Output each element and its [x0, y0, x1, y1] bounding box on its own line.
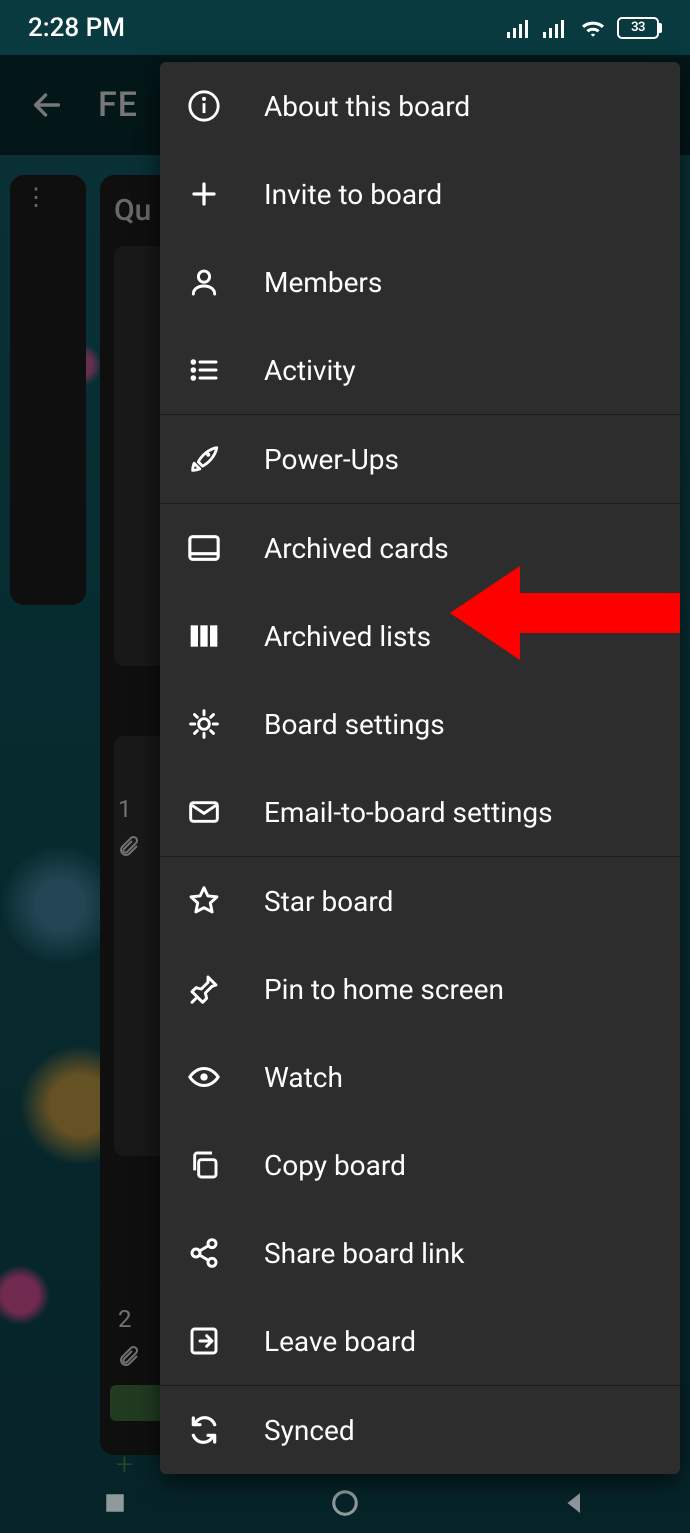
status-bar: 2:28 PM 33 — [0, 0, 690, 55]
menu-item-board-settings[interactable]: Board settings — [160, 680, 680, 768]
rocket-icon — [184, 439, 224, 479]
menu-item-invite[interactable]: Invite to board — [160, 150, 680, 238]
mail-icon — [184, 792, 224, 832]
menu-item-pin-home[interactable]: Pin to home screen — [160, 945, 680, 1033]
attachment-icon — [116, 835, 140, 859]
columns-icon — [184, 616, 224, 656]
battery-indicator: 33 — [617, 17, 662, 39]
menu-item-label: Share board link — [264, 1237, 464, 1270]
card-count: 1 — [118, 795, 132, 823]
board-overflow-menu: About this board Invite to board Members… — [160, 62, 680, 1474]
copy-icon — [184, 1145, 224, 1185]
menu-item-label: Members — [264, 266, 382, 299]
wifi-icon — [579, 17, 607, 39]
attachment-icon — [116, 1345, 140, 1369]
menu-item-label: Pin to home screen — [264, 973, 504, 1006]
card-count: 2 — [118, 1305, 132, 1333]
menu-item-label: Email-to-board settings — [264, 796, 553, 829]
status-indicators: 33 — [507, 17, 662, 39]
menu-item-label: About this board — [264, 90, 470, 123]
menu-item-label: Watch — [264, 1061, 343, 1094]
info-icon — [184, 86, 224, 126]
share-icon — [184, 1233, 224, 1273]
menu-item-email-settings[interactable]: Email-to-board settings — [160, 768, 680, 856]
battery-percent: 33 — [631, 20, 645, 35]
signal-icon — [543, 18, 569, 38]
status-time: 2:28 PM — [28, 13, 125, 43]
eye-icon — [184, 1057, 224, 1097]
exit-icon — [184, 1321, 224, 1361]
signal-icon — [507, 18, 533, 38]
menu-item-label: Copy board — [264, 1149, 406, 1182]
more-icon[interactable]: ⋮ — [24, 193, 72, 203]
menu-item-members[interactable]: Members — [160, 238, 680, 326]
pin-icon — [184, 969, 224, 1009]
plus-icon — [184, 174, 224, 214]
board-list[interactable]: ⋮ — [10, 175, 86, 605]
menu-item-label: Archived cards — [264, 532, 449, 565]
menu-item-copy-board[interactable]: Copy board — [160, 1121, 680, 1209]
menu-item-watch[interactable]: Watch — [160, 1033, 680, 1121]
home-icon[interactable] — [330, 1488, 360, 1518]
device-nav-bar — [0, 1473, 690, 1533]
back-icon[interactable] — [30, 88, 64, 122]
sync-icon — [184, 1410, 224, 1450]
menu-item-label: Synced — [264, 1414, 355, 1447]
menu-item-label: Activity — [264, 354, 356, 387]
gear-icon — [184, 704, 224, 744]
menu-item-share-link[interactable]: Share board link — [160, 1209, 680, 1297]
star-icon — [184, 881, 224, 921]
menu-item-label: Board settings — [264, 708, 445, 741]
list-icon — [184, 350, 224, 390]
menu-item-label: Power-Ups — [264, 443, 399, 476]
person-icon — [184, 262, 224, 302]
board-title: FE — [98, 85, 138, 125]
menu-item-label: Star board — [264, 885, 393, 918]
menu-item-label: Archived lists — [264, 620, 431, 653]
menu-item-label: Leave board — [264, 1325, 416, 1358]
back-nav-icon[interactable] — [560, 1488, 590, 1518]
menu-item-leave-board[interactable]: Leave board — [160, 1297, 680, 1385]
menu-item-archived-lists[interactable]: Archived lists — [160, 592, 680, 680]
menu-item-synced[interactable]: Synced — [160, 1386, 680, 1474]
archive-card-icon — [184, 528, 224, 568]
menu-item-archived-cards[interactable]: Archived cards — [160, 504, 680, 592]
menu-item-powerups[interactable]: Power-Ups — [160, 415, 680, 503]
menu-item-about-board[interactable]: About this board — [160, 62, 680, 150]
menu-item-activity[interactable]: Activity — [160, 326, 680, 414]
menu-item-star-board[interactable]: Star board — [160, 857, 680, 945]
menu-item-label: Invite to board — [264, 178, 442, 211]
recent-apps-icon[interactable] — [100, 1488, 130, 1518]
